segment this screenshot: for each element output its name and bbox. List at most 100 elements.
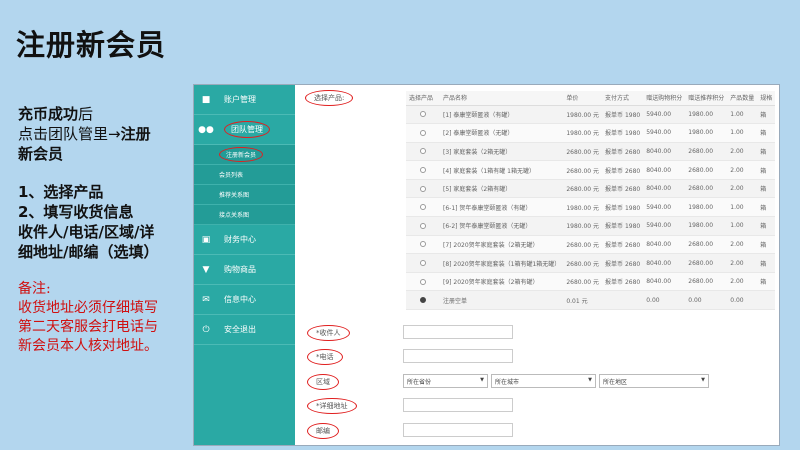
product-radio[interactable] bbox=[420, 241, 426, 248]
product-radio[interactable] bbox=[420, 204, 426, 211]
col-qty: 产品数量 bbox=[727, 91, 758, 106]
table-row[interactable]: [3] 家庭套装（2箱无罐） 2680.00 元报单币 2680 8040.00 26… bbox=[406, 142, 776, 162]
recipient-input[interactable] bbox=[403, 325, 513, 339]
district-select[interactable]: 所在地区 ▼ bbox=[599, 374, 709, 388]
product-radio-cell[interactable] bbox=[406, 253, 440, 273]
product-radio-cell[interactable] bbox=[406, 235, 440, 255]
table-cell: 箱 bbox=[757, 253, 776, 273]
product-radio[interactable] bbox=[420, 167, 426, 174]
table-cell: 箱 bbox=[757, 235, 776, 255]
table-row[interactable]: [7] 2020贺年家庭套装（2箱无罐） 2680.00 元报单币 2680 804… bbox=[406, 235, 776, 255]
table-cell: 8040.00 bbox=[643, 235, 686, 255]
table-row[interactable]: [6-2] 贺年泰康堂颐匿液（无罐） 1980.00 元报单币 1980 5940.… bbox=[406, 216, 776, 236]
table-cell: 1.00 bbox=[727, 216, 758, 236]
phone-row: *电话 bbox=[295, 349, 779, 367]
nav-sub-register-label: 注册新会员 bbox=[219, 147, 264, 162]
phone-input[interactable] bbox=[403, 349, 513, 363]
province-select[interactable]: 所在省份 ▼ bbox=[403, 374, 488, 388]
address-input[interactable] bbox=[403, 398, 513, 412]
table-cell: 2680.00 元 bbox=[563, 272, 603, 292]
table-cell: [1] 泰康堂颐匿液（有罐） bbox=[440, 105, 564, 125]
product-radio-cell[interactable] bbox=[406, 179, 440, 199]
nav-sub-member-list[interactable]: 会员列表 bbox=[194, 165, 295, 185]
table-row[interactable]: [8] 2020贺年家庭套装（1箱有罐1箱无罐） 2680.00 元报单币 268… bbox=[406, 253, 776, 273]
note-line-1: 收货地址必须仔细填写 bbox=[18, 300, 158, 316]
instruction-line-1: 充币成功后 bbox=[18, 105, 94, 123]
recipient-label: *收件人 bbox=[307, 325, 350, 341]
table-row[interactable]: [6-1] 贺年泰康堂颐匿液（有罐） 1980.00 元报单币 1980 5940.… bbox=[406, 197, 776, 218]
table-cell: 2680.00 元 bbox=[563, 235, 603, 255]
table-cell: 2680.00 bbox=[685, 160, 728, 180]
nav-logout[interactable]: ⏻ 安全退出 bbox=[194, 315, 295, 345]
product-radio[interactable] bbox=[420, 111, 426, 118]
product-radio-cell[interactable] bbox=[406, 290, 440, 311]
col-select: 选择产品 bbox=[406, 91, 440, 106]
product-radio[interactable] bbox=[420, 222, 426, 229]
instruction-line-2: 点击团队管里→注册 bbox=[18, 125, 151, 143]
nav-finance[interactable]: ▣ 财务中心 bbox=[194, 225, 295, 255]
col-shop-points: 赠送购物积分 bbox=[643, 91, 686, 106]
table-cell: 报单币 1980 bbox=[602, 123, 644, 143]
product-radio-cell[interactable] bbox=[406, 123, 440, 143]
table-cell: [6-2] 贺年泰康堂颐匿液（无罐） bbox=[440, 216, 564, 236]
sidebar: ■ 账户管理 ●● 团队管理 注册新会员 会员列表 推荐关系图 接点关系图 ▣ … bbox=[194, 85, 295, 445]
table-cell: 2680.00 bbox=[685, 253, 728, 273]
table-cell: 2.00 bbox=[727, 160, 758, 180]
table-row[interactable]: [1] 泰康堂颐匿液（有罐） 1980.00 元报单币 1980 5940.00 19… bbox=[406, 105, 776, 125]
table-cell: 箱 bbox=[757, 123, 776, 143]
step-2-detail-2: 细地址/邮编（选填） bbox=[18, 243, 159, 261]
product-radio[interactable] bbox=[420, 129, 426, 136]
note-title: 备注: bbox=[18, 281, 51, 297]
app-screenshot: ■ 账户管理 ●● 团队管理 注册新会员 会员列表 推荐关系图 接点关系图 ▣ … bbox=[193, 84, 780, 446]
table-row[interactable]: [4] 家庭套装（1箱有罐 1箱无罐） 2680.00 元报单币 2680 8040… bbox=[406, 160, 776, 180]
table-cell: 8040.00 bbox=[643, 253, 686, 273]
product-radio-cell[interactable] bbox=[406, 105, 440, 125]
nav-team[interactable]: ●● 团队管理 bbox=[194, 115, 295, 145]
table-cell: 8040.00 bbox=[643, 179, 686, 199]
nav-sub-placement-tree[interactable]: 接点关系图 bbox=[194, 205, 295, 225]
table-cell: 1.00 bbox=[727, 123, 758, 143]
zip-input[interactable] bbox=[403, 423, 513, 437]
nav-messages[interactable]: ✉ 信息中心 bbox=[194, 285, 295, 315]
table-cell: 1980.00 元 bbox=[563, 123, 603, 143]
table-row[interactable]: 注册空单 0.01 元 0.00 0.00 0.00 bbox=[406, 290, 776, 311]
table-cell: 报单币 2680 bbox=[602, 235, 644, 255]
product-radio-cell[interactable] bbox=[406, 216, 440, 236]
product-radio[interactable] bbox=[420, 278, 426, 285]
product-table: 选择产品 产品名称 单价 支付方式 赠送购物积分 赠送推荐积分 产品数量 规格 … bbox=[406, 91, 776, 311]
product-radio-cell[interactable] bbox=[406, 160, 440, 180]
zip-label: 邮编 bbox=[307, 423, 339, 439]
col-payment: 支付方式 bbox=[602, 91, 644, 106]
product-radio[interactable] bbox=[420, 297, 426, 304]
table-row[interactable]: [5] 家庭套装（2箱有罐） 2680.00 元报单币 2680 8040.00 26… bbox=[406, 179, 776, 199]
product-radio-cell[interactable] bbox=[406, 142, 440, 162]
region-label: 区域 bbox=[307, 374, 339, 390]
col-name: 产品名称 bbox=[440, 91, 564, 106]
table-cell: 2.00 bbox=[727, 179, 758, 199]
nav-account[interactable]: ■ 账户管理 bbox=[194, 85, 295, 115]
table-cell: 8040.00 bbox=[643, 142, 686, 162]
nav-shop[interactable]: ▼ 购物商品 bbox=[194, 255, 295, 285]
table-cell bbox=[602, 290, 644, 311]
city-select[interactable]: 所在城市 ▼ bbox=[491, 374, 596, 388]
table-cell: 8040.00 bbox=[643, 272, 686, 292]
nav-logout-label: 安全退出 bbox=[224, 325, 256, 334]
province-value: 所在省份 bbox=[407, 379, 432, 386]
table-row[interactable]: [9] 2020贺年家庭套装（2箱有罐） 2680.00 元报单币 2680 804… bbox=[406, 272, 776, 292]
nav-sub-register[interactable]: 注册新会员 bbox=[194, 145, 295, 165]
product-radio[interactable] bbox=[420, 148, 426, 155]
col-ref-points: 赠送推荐积分 bbox=[685, 91, 728, 106]
table-cell: [7] 2020贺年家庭套装（2箱无罐） bbox=[440, 235, 564, 255]
product-radio-cell[interactable] bbox=[406, 197, 440, 218]
table-row[interactable]: [2] 泰康堂颐匿液（无罐） 1980.00 元报单币 1980 5940.00 19… bbox=[406, 123, 776, 143]
table-cell: 0.00 bbox=[727, 290, 758, 311]
power-icon: ⏻ bbox=[202, 324, 210, 335]
product-radio[interactable] bbox=[420, 260, 426, 267]
product-radio[interactable] bbox=[420, 185, 426, 192]
table-cell: 2680.00 元 bbox=[563, 160, 603, 180]
table-cell: 1.00 bbox=[727, 105, 758, 125]
product-radio-cell[interactable] bbox=[406, 272, 440, 292]
nav-sub-referral-tree[interactable]: 推荐关系图 bbox=[194, 185, 295, 205]
table-cell: 2.00 bbox=[727, 235, 758, 255]
instruction-line-3: 新会员 bbox=[18, 145, 64, 163]
